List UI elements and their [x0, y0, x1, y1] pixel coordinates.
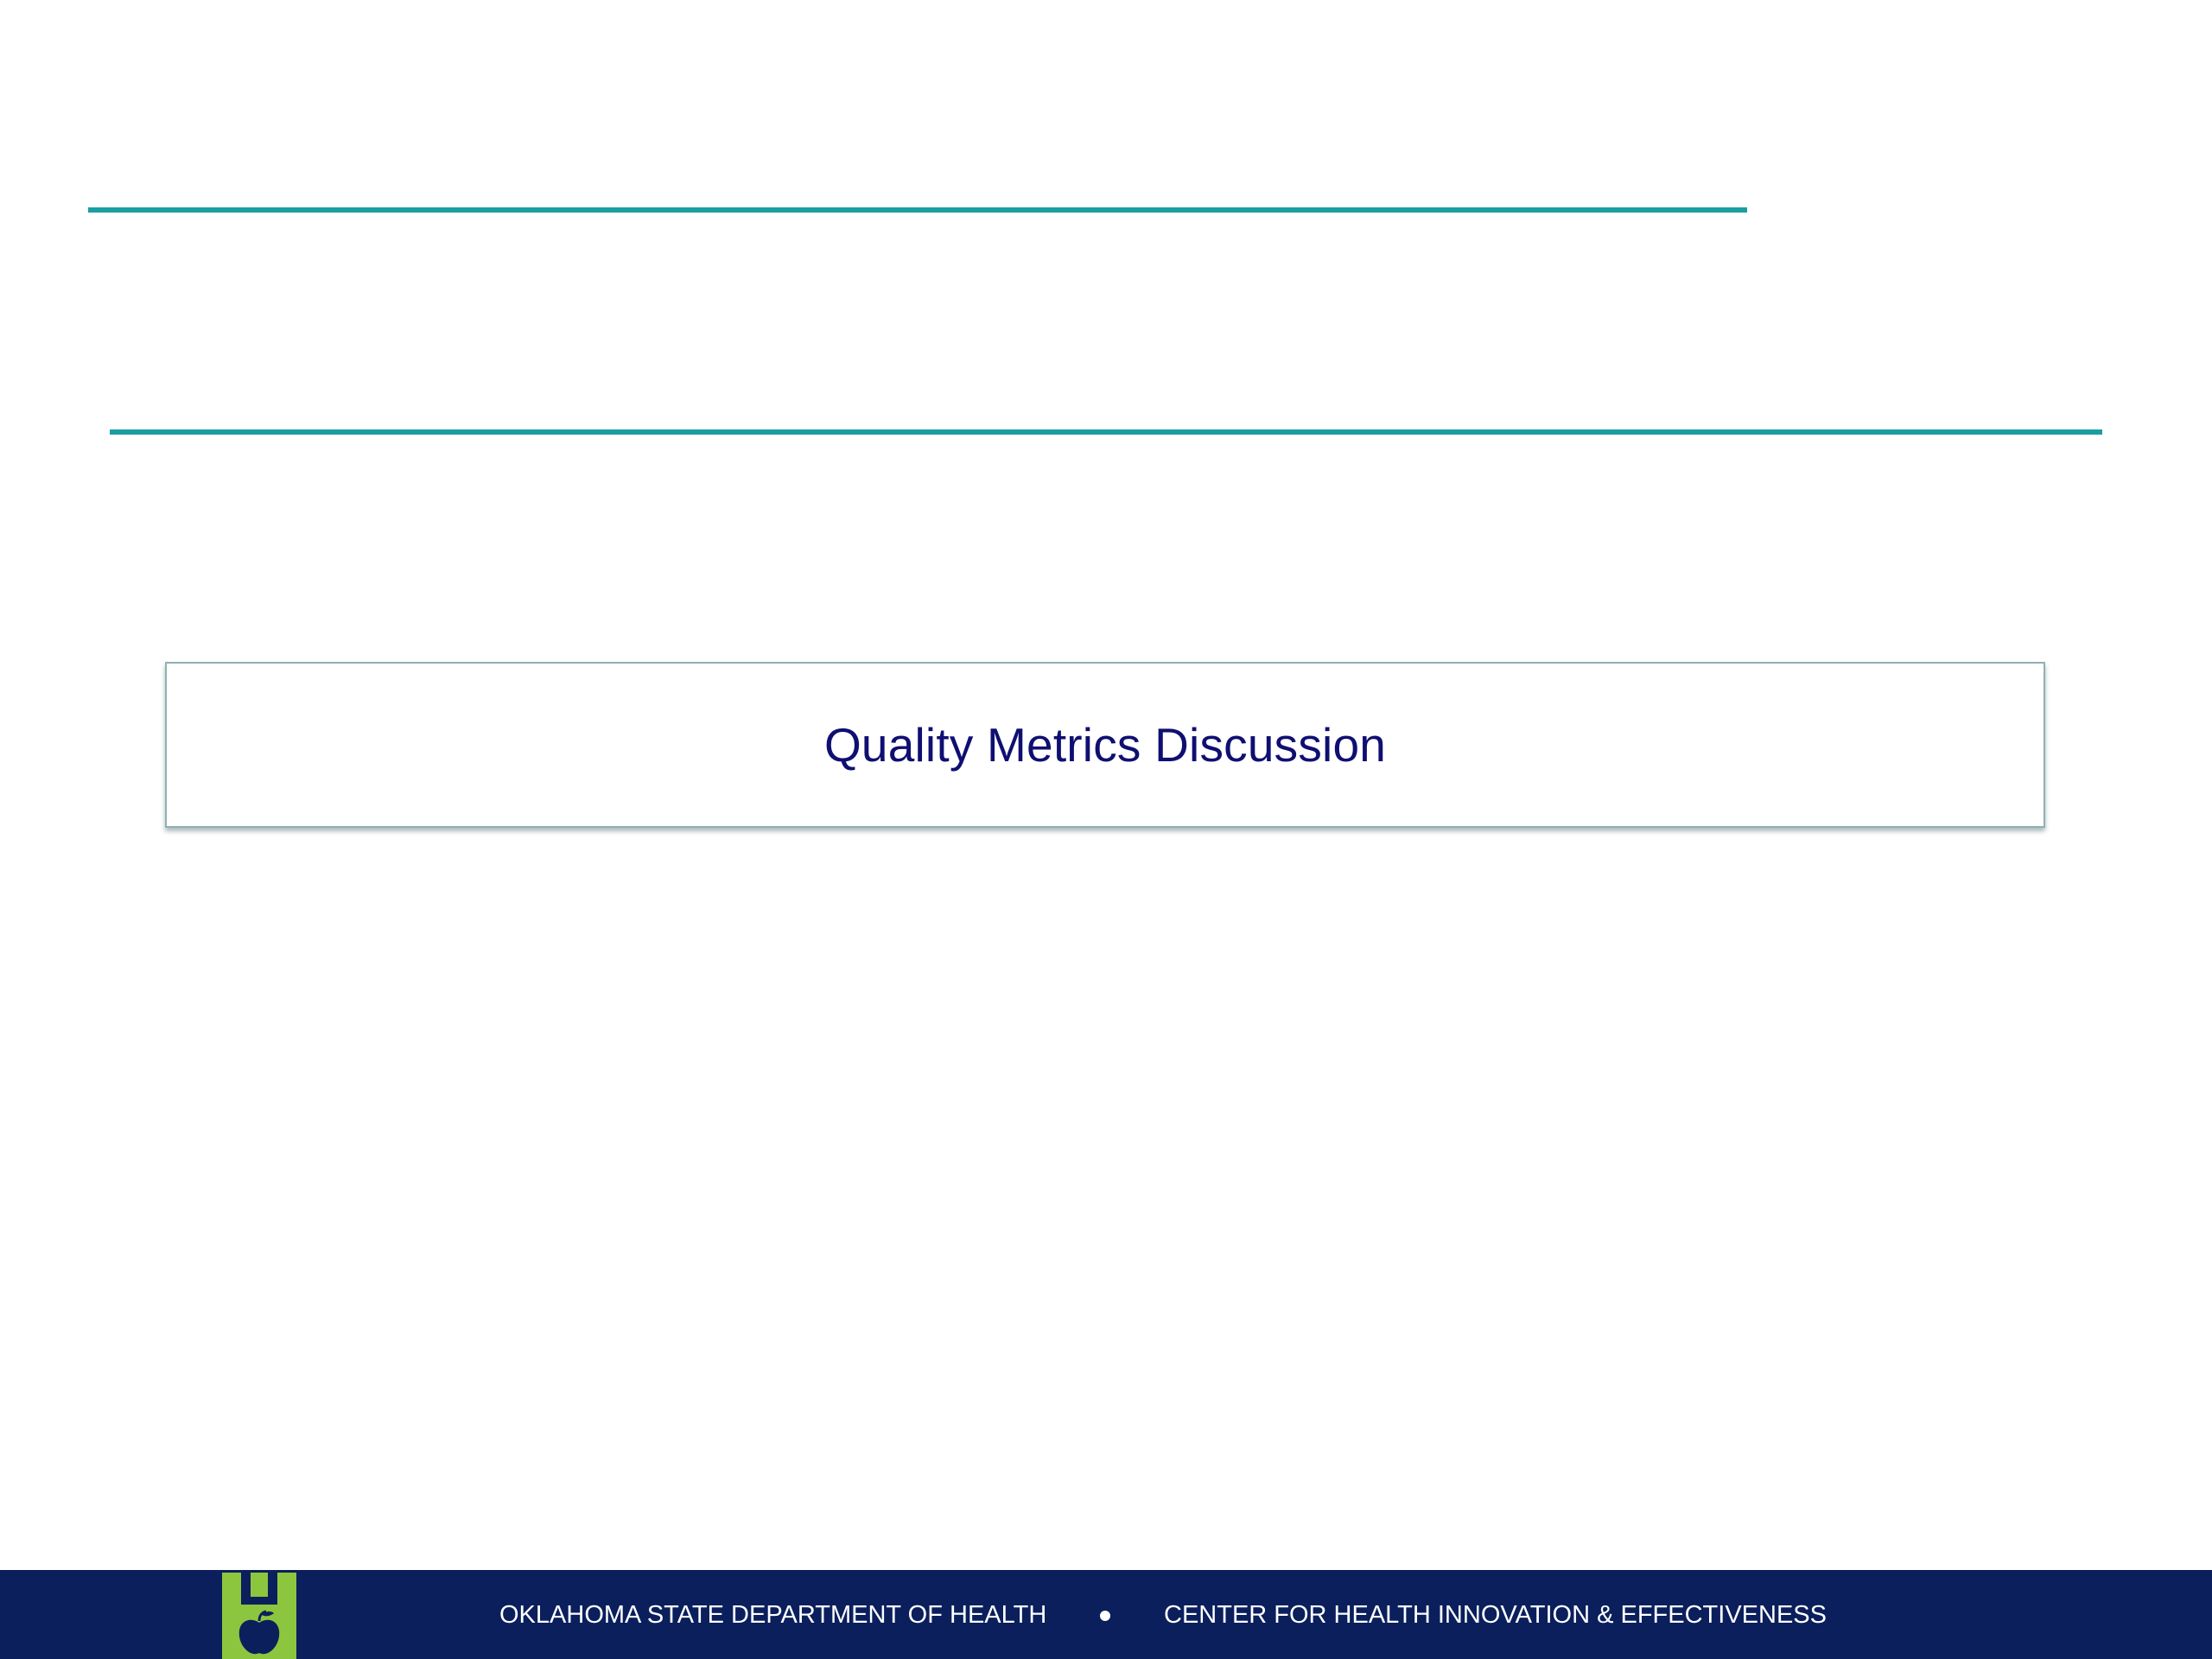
- second-accent-rule: [110, 429, 2102, 435]
- top-accent-rule: [88, 207, 1747, 213]
- title-box: Quality Metrics Discussion: [165, 662, 2045, 828]
- apple-in-h-logo-icon: [222, 1573, 296, 1659]
- footer-organization: OKLAHOMA STATE DEPARTMENT OF HEALTH: [499, 1601, 1047, 1629]
- slide-title: Quality Metrics Discussion: [823, 717, 1387, 772]
- footer-center-name: CENTER FOR HEALTH INNOVATION & EFFECTIVE…: [1164, 1601, 1827, 1629]
- footer-separator-dot: [1100, 1611, 1110, 1621]
